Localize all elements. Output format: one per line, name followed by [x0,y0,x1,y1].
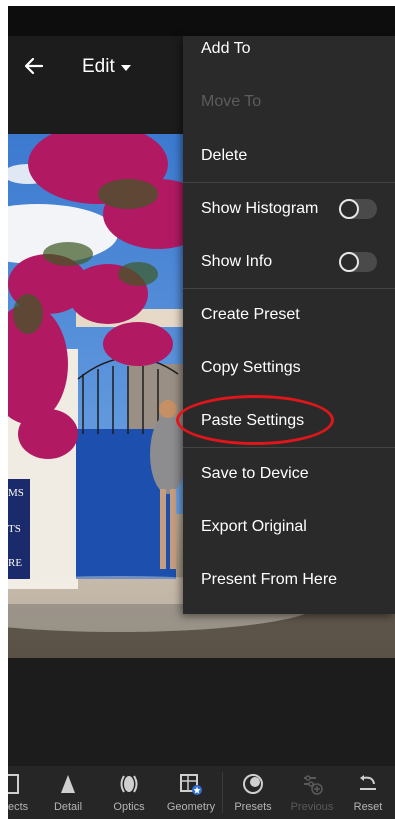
menu-label-create-preset: Create Preset [201,306,300,323]
chevron-down-icon [120,65,131,71]
menu-item-export-original[interactable]: Export Original [183,501,395,553]
menu-item-create-preset[interactable]: Create Preset [183,289,395,341]
reset-icon [357,773,379,795]
menu-label-export-original: Export Original [201,518,307,535]
menu-label-save-to-device: Save to Device [201,465,309,482]
sign-text-2: TS [8,523,21,535]
menu-label-paste-settings: Paste Settings [201,412,305,429]
geometry-icon [179,773,203,795]
optics-icon [118,773,140,795]
info-toggle[interactable] [339,252,377,272]
sign-text-3: RE [8,557,22,569]
status-bar [8,6,395,36]
menu-label-add-to: Add To [201,40,251,57]
sign-text-1: MS [8,487,24,499]
toolbar-label-geometry: Geometry [166,801,216,813]
menu-label-show-info: Show Info [201,253,273,270]
toolbar-effects[interactable]: ects [8,766,38,819]
detail-icon [60,773,76,795]
toolbar-presets[interactable]: Presets [223,766,283,819]
menu-item-show-histogram[interactable]: Show Histogram [183,183,395,235]
toolbar-optics[interactable]: Optics [98,766,160,819]
menu-item-delete[interactable]: Delete [183,130,395,182]
menu-label-move-to: Move To [201,93,262,110]
presets-icon [242,773,264,795]
menu-label-show-histogram: Show Histogram [201,200,319,217]
back-arrow-icon[interactable] [22,54,46,78]
menu-label-delete: Delete [201,147,248,164]
toolbar-label-effects: ects [8,801,29,813]
app-screen: Edit MS TS RE ects Detail Optics Geometr… [8,6,395,819]
toolbar-label-detail: Detail [53,801,83,813]
menu-item-show-info[interactable]: Show Info [183,236,395,288]
menu-item-move-to: Move To [183,76,395,128]
edit-toolbar: ects Detail Optics Geometry Presets Prev… [8,766,395,819]
menu-label-present-from-here: Present From Here [201,571,338,588]
menu-label-copy-settings: Copy Settings [201,359,301,376]
toolbar-label-presets: Presets [234,801,272,813]
menu-item-copy-settings[interactable]: Copy Settings [183,342,395,394]
menu-item-add-to[interactable]: Add To [183,36,395,76]
effects-icon [8,773,20,795]
toolbar-detail[interactable]: Detail [38,766,98,819]
overflow-menu: Add To Move To Delete Show Histogram Sho… [183,36,395,614]
toolbar-geometry[interactable]: Geometry [160,766,222,819]
previous-icon [301,773,323,795]
toolbar-label-optics: Optics [113,801,145,813]
photo-bottom-area [8,658,395,766]
histogram-toggle[interactable] [339,199,377,219]
edit-mode-label: Edit [82,56,115,77]
toolbar-label-reset: Reset [353,801,383,813]
toolbar-reset[interactable]: Reset [341,766,395,819]
menu-item-present-from-here[interactable]: Present From Here [183,554,395,606]
toolbar-label-previous: Previous [290,801,334,813]
edit-mode-dropdown[interactable]: Edit [82,56,131,78]
menu-item-paste-settings[interactable]: Paste Settings [183,395,395,447]
menu-item-save-to-device[interactable]: Save to Device [183,448,395,500]
toolbar-previous[interactable]: Previous [283,766,341,819]
